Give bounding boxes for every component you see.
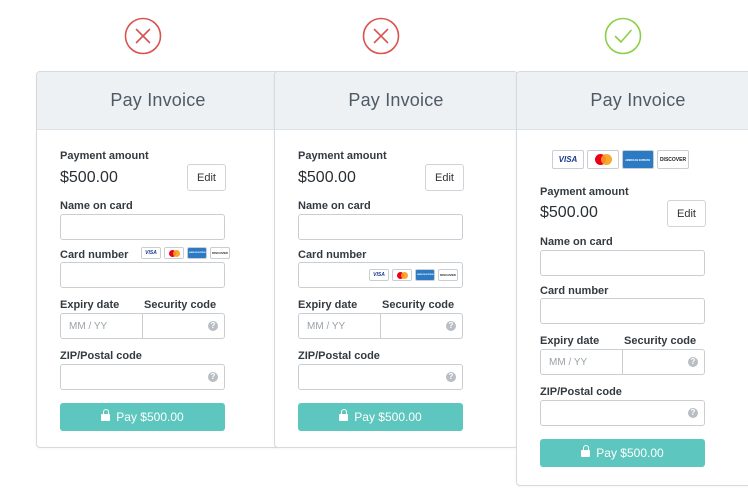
help-icon[interactable]: ?	[446, 372, 456, 382]
pay-button[interactable]: Pay $500.00	[540, 439, 705, 467]
discover-logo: DISCOVER	[438, 269, 458, 281]
card-logos: VISA AMERICAN EXPRESS DISCOVER	[552, 150, 689, 169]
card-logos: VISA AMERICAN EXPRESS DISCOVER	[141, 247, 230, 259]
security-code-label: Security code	[382, 299, 455, 311]
amex-logo: AMERICAN EXPRESS	[415, 269, 435, 281]
zip-label: ZIP/Postal code	[540, 386, 622, 398]
security-code-input[interactable]: ?	[143, 313, 225, 339]
discover-logo: DISCOVER	[210, 247, 230, 259]
payment-amount-value: $500.00	[540, 204, 598, 221]
card-title: Pay Invoice	[275, 72, 517, 130]
expiry-date-label: Expiry date	[298, 299, 358, 311]
help-icon[interactable]: ?	[446, 321, 456, 331]
card-number-label: Card number	[540, 285, 609, 297]
zip-input[interactable]: ?	[60, 364, 225, 390]
expiry-security-row: MM / YY ?	[298, 313, 463, 339]
name-on-card-label: Name on card	[60, 200, 133, 212]
expiry-date-input[interactable]: MM / YY	[298, 313, 381, 339]
card-title: Pay Invoice	[517, 72, 748, 130]
lock-icon	[339, 409, 349, 422]
payment-amount-value: $500.00	[60, 169, 118, 186]
zip-label: ZIP/Postal code	[60, 350, 142, 362]
expiry-security-row: MM / YY ?	[60, 313, 225, 339]
card-number-input[interactable]	[60, 262, 225, 288]
name-on-card-label: Name on card	[540, 236, 613, 248]
zip-input[interactable]: ?	[540, 400, 705, 426]
edit-amount-button[interactable]: Edit	[187, 164, 226, 191]
help-icon[interactable]: ?	[208, 372, 218, 382]
security-code-label: Security code	[144, 299, 217, 311]
name-on-card-label: Name on card	[298, 200, 371, 212]
zip-input[interactable]: ?	[298, 364, 463, 390]
amex-logo: AMERICAN EXPRESS	[187, 247, 207, 259]
expiry-date-label: Expiry date	[540, 335, 600, 347]
visa-logo: VISA	[552, 150, 584, 169]
pay-invoice-card-3: Pay Invoice VISA AMERICAN EXPRESS DISCOV…	[516, 71, 748, 486]
accept-status-icon	[604, 17, 642, 55]
lock-icon	[101, 409, 111, 422]
expiry-security-row: MM / YY ?	[540, 349, 705, 375]
reject-status-icon	[124, 17, 162, 55]
card-logos: VISA AMERICAN EXPRESS DISCOVER	[369, 269, 458, 281]
help-icon[interactable]: ?	[208, 321, 218, 331]
card-title: Pay Invoice	[37, 72, 279, 130]
payment-amount-label: Payment amount	[60, 150, 149, 162]
name-on-card-input[interactable]	[60, 214, 225, 240]
expiry-placeholder: MM / YY	[549, 356, 588, 368]
pay-invoice-card-2: Pay Invoice Payment amount $500.00 Edit …	[274, 71, 518, 448]
expiry-date-input[interactable]: MM / YY	[60, 313, 143, 339]
security-code-input[interactable]: ?	[381, 313, 463, 339]
payment-amount-label: Payment amount	[298, 150, 387, 162]
card-number-label: Card number	[298, 249, 367, 261]
card-number-input[interactable]: VISA AMERICAN EXPRESS DISCOVER	[298, 262, 463, 288]
help-icon[interactable]: ?	[688, 408, 698, 418]
mastercard-logo	[587, 150, 619, 169]
card-number-input[interactable]	[540, 298, 705, 324]
name-on-card-input[interactable]	[298, 214, 463, 240]
expiry-placeholder: MM / YY	[307, 320, 346, 332]
help-icon[interactable]: ?	[688, 357, 698, 367]
discover-logo: DISCOVER	[657, 150, 689, 169]
pay-button[interactable]: Pay $500.00	[60, 403, 225, 431]
name-on-card-input[interactable]	[540, 250, 705, 276]
mastercard-logo	[164, 247, 184, 259]
visa-logo: VISA	[369, 269, 389, 281]
pay-button-label: Pay $500.00	[116, 410, 184, 424]
amex-logo: AMERICAN EXPRESS	[622, 150, 654, 169]
pay-button[interactable]: Pay $500.00	[298, 403, 463, 431]
payment-amount-value: $500.00	[298, 169, 356, 186]
expiry-date-input[interactable]: MM / YY	[540, 349, 623, 375]
pay-button-label: Pay $500.00	[354, 410, 422, 424]
zip-label: ZIP/Postal code	[298, 350, 380, 362]
edit-amount-button[interactable]: Edit	[425, 164, 464, 191]
lock-icon	[581, 445, 591, 458]
pay-button-label: Pay $500.00	[596, 446, 664, 460]
visa-logo: VISA	[141, 247, 161, 259]
payment-amount-label: Payment amount	[540, 186, 629, 198]
edit-amount-button[interactable]: Edit	[667, 200, 706, 227]
card-number-label: Card number	[60, 249, 129, 261]
pay-invoice-card-1: Pay Invoice Payment amount $500.00 Edit …	[36, 71, 280, 448]
reject-status-icon	[362, 17, 400, 55]
expiry-date-label: Expiry date	[60, 299, 120, 311]
security-code-input[interactable]: ?	[623, 349, 705, 375]
security-code-label: Security code	[624, 335, 697, 347]
mastercard-logo	[392, 269, 412, 281]
expiry-placeholder: MM / YY	[69, 320, 108, 332]
